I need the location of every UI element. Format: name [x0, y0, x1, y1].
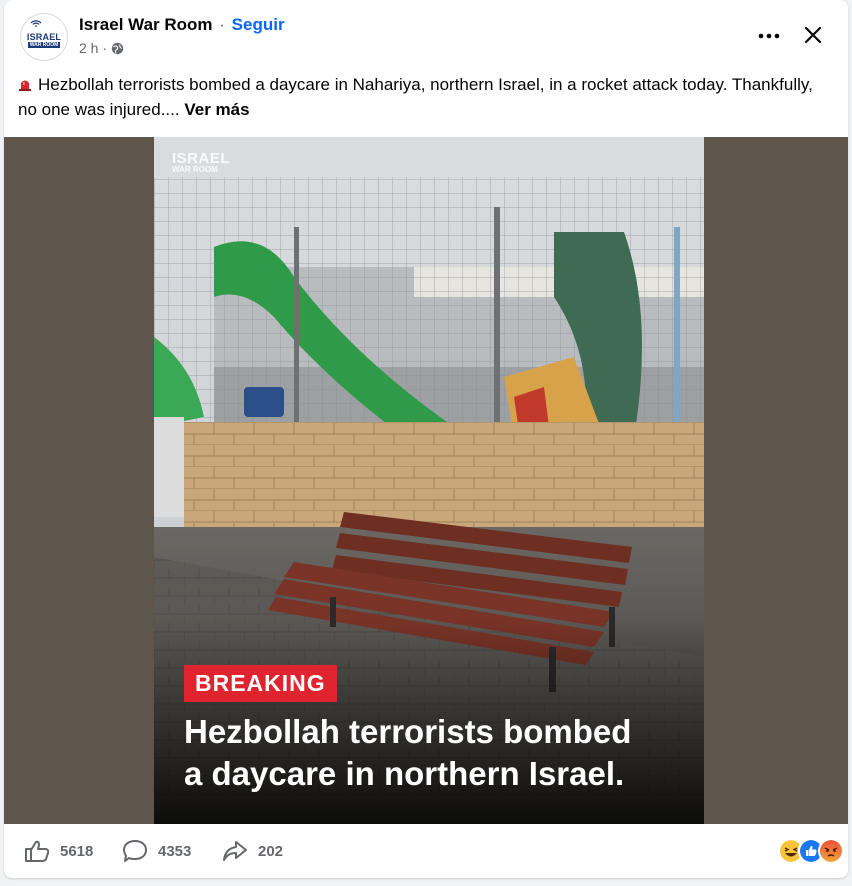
watermark: ISRAEL WAR ROOM — [172, 151, 230, 174]
wifi-logo-icon — [30, 20, 42, 27]
close-icon — [804, 26, 822, 44]
follow-button[interactable]: Seguir — [232, 15, 285, 34]
avatar[interactable]: ISRAEL WAR ROOM — [20, 13, 68, 61]
post-meta: 2 h · — [79, 40, 124, 56]
name-row: Israel War Room · Seguir — [79, 14, 285, 36]
share-button[interactable]: 202 — [222, 839, 283, 863]
post-media[interactable]: ISRAEL WAR ROOM BREAKING Hezbollah terro… — [4, 137, 848, 824]
avatar-logo-line1: ISRAEL — [26, 31, 62, 42]
page-name-link[interactable]: Israel War Room — [79, 15, 213, 34]
share-count: 202 — [258, 842, 284, 860]
angry-reaction-icon — [818, 838, 844, 864]
post-text: Hezbollah terrorists bombed a daycare in… — [18, 75, 813, 119]
breaking-badge: BREAKING — [184, 665, 337, 702]
post-header: ISRAEL WAR ROOM Israel War Room · Seguir… — [4, 0, 848, 68]
like-button[interactable]: 5618 — [24, 839, 93, 863]
watermark-line1: ISRAEL — [172, 150, 231, 167]
more-options-button[interactable] — [754, 22, 784, 50]
comment-icon — [123, 840, 147, 862]
share-icon — [223, 841, 247, 861]
reaction-summary[interactable] — [760, 838, 844, 864]
siren-icon — [19, 80, 31, 91]
headline-line1: Hezbollah terrorists bombed — [184, 713, 632, 750]
feed-post: ISRAEL WAR ROOM Israel War Room · Seguir… — [4, 0, 848, 878]
engagement-bar: 5618 4353 202 — [4, 824, 848, 878]
globe-icon — [111, 42, 124, 54]
separator-dot: · — [219, 15, 225, 34]
comment-count: 4353 — [158, 842, 192, 860]
post-timestamp[interactable]: 2 h · — [79, 40, 107, 56]
post-photo[interactable]: ISRAEL WAR ROOM BREAKING Hezbollah terro… — [154, 137, 704, 824]
comment-button[interactable]: 4353 — [122, 839, 191, 863]
thumbs-up-icon — [25, 840, 50, 862]
like-count: 5618 — [60, 842, 94, 860]
headline: Hezbollah terrorists bombed a daycare in… — [184, 711, 631, 795]
watermark-line2: WAR ROOM — [172, 165, 218, 174]
close-button[interactable] — [798, 20, 828, 50]
post-message: Hezbollah terrorists bombed a daycare in… — [18, 72, 828, 122]
avatar-logo-line2: WAR ROOM — [27, 41, 61, 48]
more-dots-icon — [758, 33, 780, 39]
see-more-link[interactable]: Ver más — [184, 100, 249, 119]
headline-line2: a daycare in northern Israel. — [184, 755, 625, 792]
